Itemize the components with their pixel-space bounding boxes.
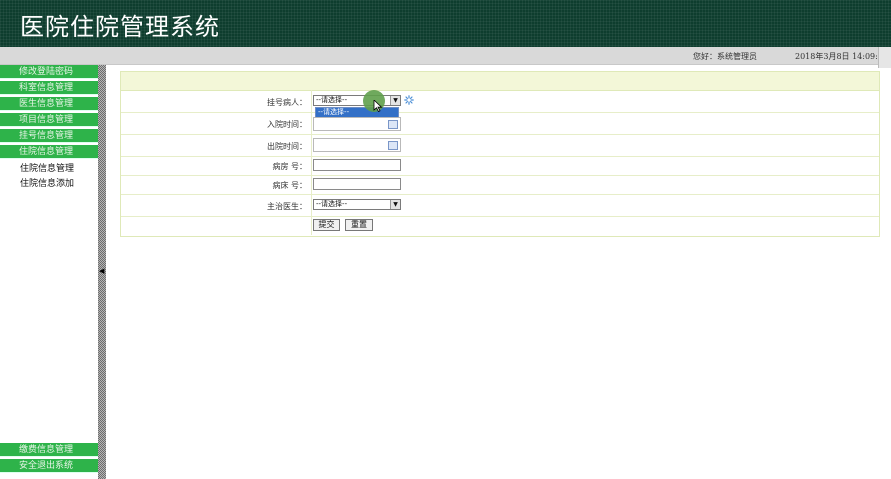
bed-number-input[interactable] — [313, 178, 401, 190]
patient-label: 挂号病人： — [267, 98, 307, 107]
reset-button[interactable]: 重置 — [345, 219, 373, 231]
calendar-icon[interactable] — [388, 120, 398, 129]
patient-dropdown-option[interactable]: --请选择-- — [316, 108, 398, 117]
bed-label: 病床 号： — [272, 181, 307, 190]
sidebar-item-change-password[interactable]: 修改登陆密码 — [0, 65, 98, 79]
patient-select[interactable]: --请选择-- ▼ — [313, 95, 401, 106]
hospitalization-form: 挂号病人： 入院时间： 出院时间： 病房 号： 病床 号： 主治医生： — [120, 71, 880, 237]
user-greeting: 您好：系统管理员 — [693, 52, 757, 61]
sidebar-item-registration[interactable]: 挂号信息管理 — [0, 129, 98, 143]
doctor-select[interactable]: --请选择-- ▼ — [313, 199, 401, 210]
status-bar: 您好：系统管理员 2018年3月8日 14:09:57 — [0, 47, 891, 65]
app-title: 医院住院管理系统 — [20, 13, 220, 41]
sidebar: 修改登陆密码 科室信息管理 医生信息管理 项目信息管理 挂号信息管理 住院信息管… — [0, 65, 98, 479]
form-header — [121, 72, 879, 91]
sidebar-item-hospitalization[interactable]: 住院信息管理 — [0, 145, 98, 159]
sidebar-item-department[interactable]: 科室信息管理 — [0, 81, 98, 95]
sidebar-item-project[interactable]: 项目信息管理 — [0, 113, 98, 127]
form-row-admit-time: 入院时间： — [121, 113, 879, 135]
mouse-cursor-icon — [373, 100, 383, 112]
chevron-down-icon[interactable]: ▼ — [390, 96, 400, 105]
admit-time-label: 入院时间： — [267, 120, 307, 129]
form-row-discharge-time: 出院时间： — [121, 135, 879, 157]
doctor-label: 主治医生： — [267, 202, 307, 211]
submit-button[interactable]: 提交 — [313, 219, 340, 231]
form-row-actions — [121, 217, 879, 235]
form-row-room: 病房 号： — [121, 157, 879, 176]
room-number-input[interactable] — [313, 159, 401, 171]
admit-time-input[interactable] — [313, 117, 401, 131]
header-scroll-button[interactable] — [878, 47, 891, 68]
form-row-bed: 病床 号： — [121, 176, 879, 195]
collapse-arrow-icon[interactable]: ◀ — [99, 267, 105, 275]
sidebar-item-payment[interactable]: 缴费信息管理 — [0, 443, 98, 457]
loading-spinner-icon — [404, 95, 414, 105]
sidebar-subitem-hospitalization-add[interactable]: 住院信息添加 — [20, 177, 74, 191]
form-row-patient: 挂号病人： — [121, 90, 879, 113]
doctor-select-value: --请选择-- — [316, 200, 348, 208]
calendar-icon[interactable] — [388, 141, 398, 150]
sidebar-item-logout[interactable]: 安全退出系统 — [0, 459, 98, 473]
form-row-doctor: 主治医生： — [121, 195, 879, 217]
discharge-time-label: 出院时间： — [267, 142, 307, 151]
discharge-time-input[interactable] — [313, 138, 401, 152]
current-datetime: 2018年3月8日 14:09:57 — [795, 52, 889, 61]
sidebar-subitem-hospitalization-manage[interactable]: 住院信息管理 — [20, 162, 74, 176]
patient-select-value: --请选择-- — [316, 96, 348, 104]
sidebar-item-doctor[interactable]: 医生信息管理 — [0, 97, 98, 111]
room-label: 病房 号： — [272, 162, 307, 171]
app-header: 医院住院管理系统 — [0, 0, 891, 47]
chevron-down-icon[interactable]: ▼ — [390, 200, 400, 209]
